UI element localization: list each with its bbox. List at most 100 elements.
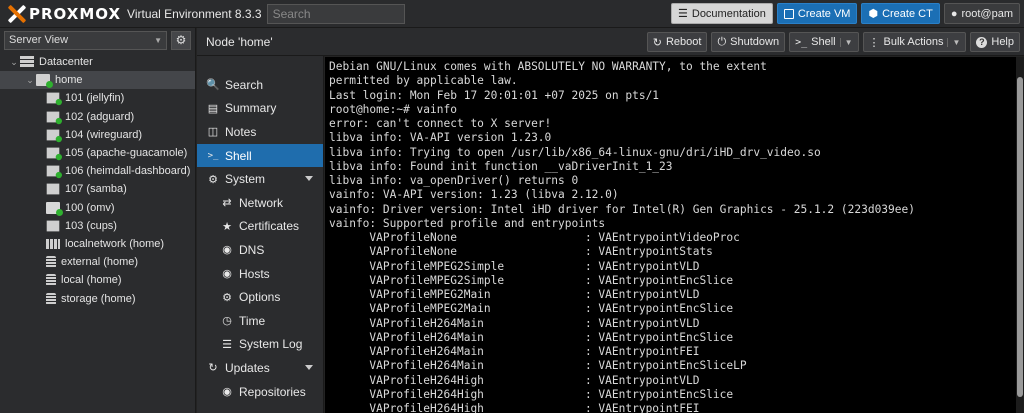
bulk-actions-button[interactable]: ⋮ Bulk Actions ▼ [862, 32, 967, 52]
tree-item[interactable]: storage (home) [0, 289, 195, 307]
menu-item-label: Repositories [239, 384, 306, 399]
book-icon: ☰ [678, 8, 688, 20]
terminal-scrollbar[interactable] [1016, 57, 1024, 413]
container-icon [46, 165, 62, 179]
menu-item-time[interactable]: ◷ Time [197, 309, 323, 333]
menu-item-system-log[interactable]: ☰ System Log [197, 333, 323, 357]
tree-item[interactable]: 107 (samba) [0, 180, 195, 198]
terminal-line: VAProfileH264High : VAEntrypointVLD [329, 373, 700, 387]
menu-item-search[interactable]: 🔍 Search [197, 73, 323, 97]
user-icon: ● [950, 7, 958, 20]
tree-item[interactable]: ⌄ Datacenter [0, 53, 195, 71]
tree-item-label: 100 (omv) [65, 201, 115, 214]
terminal-line: VAProfileMPEG2Simple : VAEntrypointEncSl… [329, 273, 734, 287]
tree-item[interactable]: ⌄ home [0, 71, 195, 90]
terminal-line: libva info: Found init function __vaDriv… [329, 159, 673, 173]
menu-item-shell[interactable]: >_ Shell [197, 143, 323, 168]
top-bar: PROXMOX Virtual Environment 8.3.3 Search… [0, 0, 1024, 28]
datacenter-icon [20, 56, 34, 69]
shell-terminal[interactable]: Debian GNU/Linux comes with ABSOLUTELY N… [325, 57, 1016, 413]
tree-item[interactable]: local (home) [0, 271, 195, 289]
storage-icon [46, 256, 56, 269]
tree-item[interactable]: 100 (omv) [0, 199, 195, 217]
proxmox-x-icon [8, 5, 26, 23]
menu-item-label: Search [225, 77, 264, 92]
shell-button[interactable]: >_ Shell ▼ [789, 32, 859, 52]
help-label: Help [991, 36, 1014, 48]
terminal-line: VAProfileH264High : VAEntrypointFEI [329, 402, 700, 413]
terminal-line: libva info: Trying to open /usr/lib/x86_… [329, 145, 821, 159]
menu-item-label: Options [239, 290, 281, 305]
menu-item-certificates[interactable]: ★ Certificates [197, 215, 323, 239]
terminal-line: error: can't connect to X server! [329, 117, 552, 130]
node-header: Node 'home' ↻ Reboot ⏻ Shutdown >_ Shell… [197, 28, 1024, 56]
terminal-line: VAProfileMPEG2Main : VAEntrypointEncSlic… [329, 302, 734, 316]
create-ct-button[interactable]: ⬢ Create CT [861, 3, 940, 24]
book-icon: ▤ [207, 102, 219, 115]
menu-item-label: Summary [225, 101, 277, 116]
terminal-line: vainfo: Supported profile and entrypoint… [329, 216, 606, 230]
terminal-line: Debian GNU/Linux comes with ABSOLUTELY N… [329, 60, 767, 73]
monitor-icon [783, 8, 794, 19]
documentation-button[interactable]: ☰ Documentation [671, 3, 773, 24]
search-input[interactable]: Search [266, 3, 405, 24]
shutdown-button[interactable]: ⏻ Shutdown [711, 32, 786, 52]
menu-item-network[interactable]: ⇄ Network [197, 191, 323, 215]
tree-item[interactable]: external (home) [0, 253, 195, 271]
shutdown-label: Shutdown [730, 36, 780, 48]
chevron-down-icon[interactable]: ⌄ [8, 57, 20, 68]
tree-item[interactable]: 102 (adguard) [0, 108, 195, 126]
chevron-down-icon[interactable] [305, 176, 313, 182]
terminal-line: VAProfileH264Main : VAEntrypointFEI [329, 345, 700, 358]
search-icon: 🔍 [206, 79, 220, 92]
node-menu: 🔍 Search ▤ Summary ◫ Notes >_ Shell ⚙ System ⇄ Netw… [197, 56, 324, 413]
terminal-line: VAProfileNone : VAEntrypointStats [329, 245, 713, 259]
cube-icon: ⬢ [868, 8, 879, 20]
chevron-down-icon[interactable] [305, 365, 313, 371]
menu-item-label: System Log [239, 337, 303, 352]
network-icon: ⇄ [222, 197, 232, 210]
view-selector[interactable]: Server View ▼ [4, 30, 167, 50]
monitor-icon [46, 201, 63, 216]
tree-item-label: local (home) [61, 274, 122, 287]
tree-item[interactable]: 106 (heimdall-dashboard) [0, 162, 195, 180]
tree-item-label: home [55, 74, 83, 87]
terminal-line: libva info: VA-API version 1.23.0 [329, 131, 552, 145]
tree-item-label: Datacenter [39, 56, 93, 69]
tree-item[interactable]: localnetwork (home) [0, 235, 195, 253]
menu-item-options[interactable]: ⚙ Options [197, 285, 323, 309]
menu-item-repositories[interactable]: ◉ Repositories [197, 380, 323, 404]
reboot-button[interactable]: ↻ Reboot [646, 32, 708, 52]
menu-item-system[interactable]: ⚙ System [197, 167, 323, 191]
menu-item-summary[interactable]: ▤ Summary [197, 97, 323, 121]
chevron-down-icon[interactable]: ▼ [839, 37, 853, 47]
storage-icon [46, 292, 56, 305]
network-icon [46, 238, 60, 249]
menu-item-dns[interactable]: ◉ DNS [197, 238, 323, 262]
tree-item[interactable]: 101 (jellyfin) [0, 89, 195, 107]
scrollbar-thumb[interactable] [1017, 77, 1023, 397]
terminal-line: VAProfileNone : VAEntrypointVideoProc [329, 231, 740, 244]
menu-item-hosts[interactable]: ◉ Hosts [197, 262, 323, 286]
tree-item[interactable]: 104 (wireguard) [0, 126, 195, 144]
tree-item[interactable]: 103 (cups) [0, 217, 195, 235]
menu-item-notes[interactable]: ◫ Notes [197, 120, 323, 144]
chevron-down-icon[interactable]: ⌄ [24, 75, 36, 86]
help-button[interactable]: ? Help [970, 32, 1020, 52]
user-menu-button[interactable]: ● root@pam [943, 3, 1020, 24]
tree-item-label: storage (home) [61, 292, 136, 305]
menu-item-updates[interactable]: ↻ Updates [197, 356, 323, 380]
terminal-icon: >_ [207, 150, 219, 161]
gear-icon: ⚙ [175, 33, 187, 47]
terminal-line: VAProfileH264High : VAEntrypointEncSlice [329, 387, 734, 401]
create-vm-button[interactable]: Create VM [776, 3, 858, 24]
power-icon: ⏻ [717, 35, 727, 48]
tree-settings-button[interactable]: ⚙ [171, 30, 191, 50]
proxmox-logo[interactable]: PROXMOX [8, 0, 121, 28]
container-icon [46, 111, 62, 124]
menu-item-label: DNS [239, 242, 265, 257]
globe-icon: ◉ [222, 268, 232, 281]
terminal-line: VAProfileH264Main : VAEntrypointEncSlice [329, 330, 734, 344]
tree-item[interactable]: 105 (apache-guacamole) [0, 144, 195, 162]
terminal-line: VAProfileMPEG2Main : VAEntrypointVLD [329, 288, 700, 301]
